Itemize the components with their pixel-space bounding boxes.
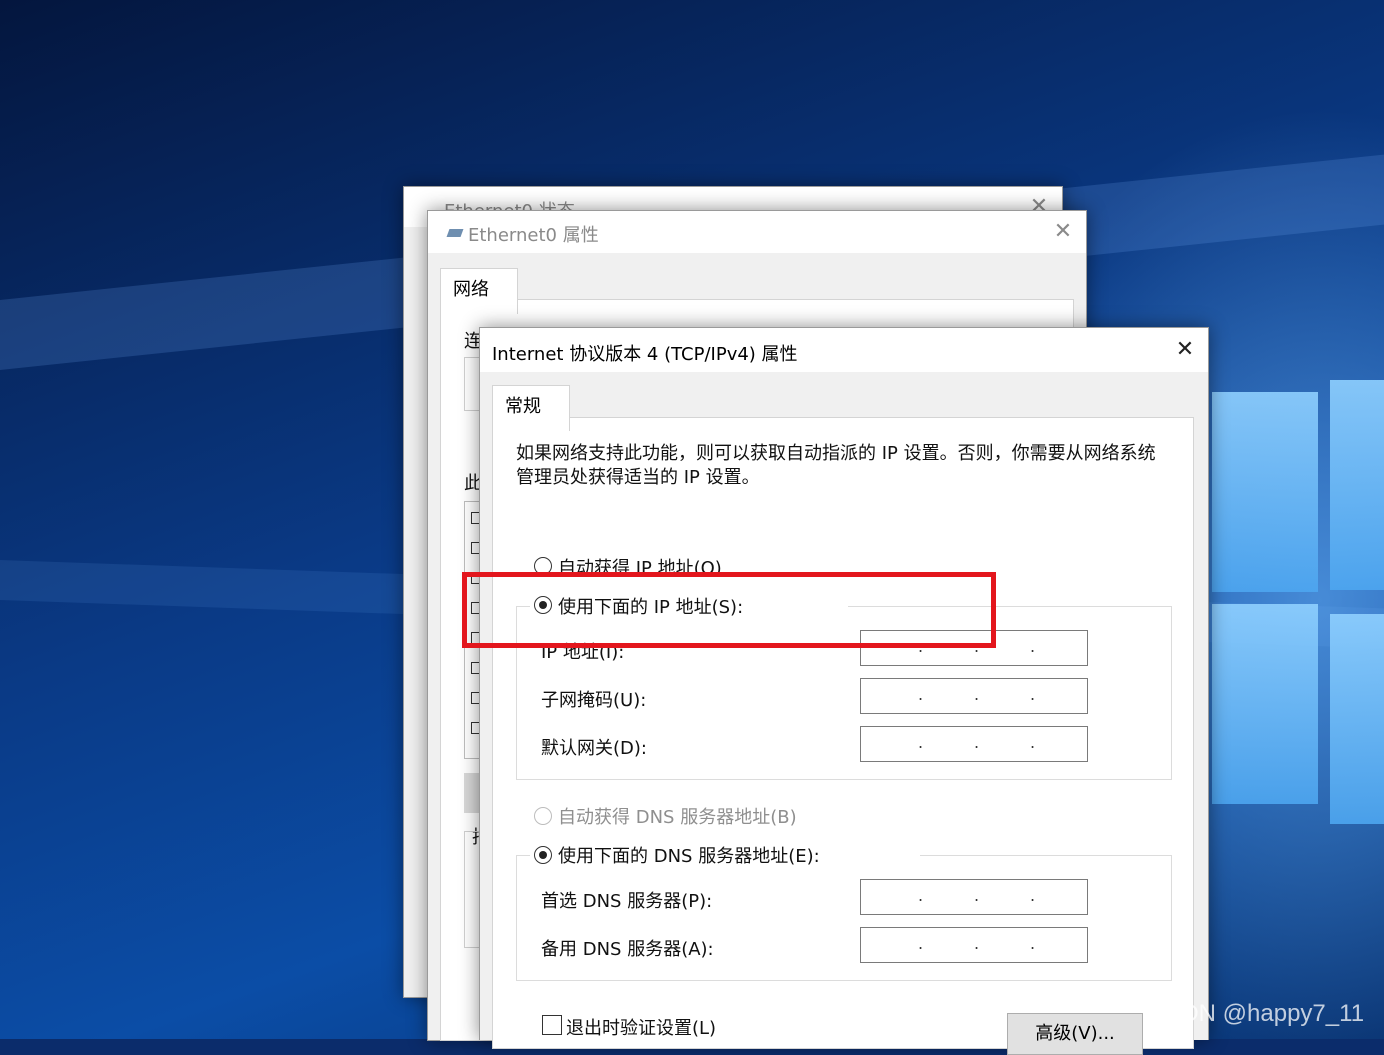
advanced-button[interactable]: 高级(V)... [1007, 1013, 1143, 1055]
alternate-dns-input[interactable]: ... [860, 927, 1088, 963]
validate-checkbox[interactable] [542, 1015, 562, 1035]
auto-dns-radio[interactable] [534, 807, 552, 825]
ipv4-properties-dialog: Internet 协议版本 4 (TCP/IPv4) 属性 ✕ 常规 如果网络支… [479, 327, 1209, 1055]
tab-network[interactable]: 网络 [440, 268, 518, 314]
close-icon[interactable]: ✕ [1040, 211, 1086, 253]
properties-window-title: Ethernet0 属性 [468, 225, 599, 246]
dialog-title: Internet 协议版本 4 (TCP/IPv4) 属性 [492, 344, 798, 365]
manual-dns-label: 使用下面的 DNS 服务器地址(E): [558, 846, 820, 867]
watermark: CSDN @happy7_11 [1148, 1000, 1365, 1027]
network-adapter-icon [446, 229, 464, 237]
subnet-mask-label: 子网掩码(U): [541, 690, 647, 711]
close-icon[interactable]: ✕ [1162, 328, 1208, 372]
preferred-dns-label: 首选 DNS 服务器(P): [541, 891, 713, 912]
validate-label: 退出时验证设置(L) [566, 1018, 717, 1039]
alternate-dns-label: 备用 DNS 服务器(A): [541, 939, 714, 960]
auto-dns-label: 自动获得 DNS 服务器地址(B) [558, 807, 797, 828]
preferred-dns-input[interactable]: ... [860, 879, 1088, 915]
gateway-label: 默认网关(D): [541, 738, 647, 759]
description-text: 如果网络支持此功能，则可以获取自动指派的 IP 设置。否则，你需要从网络系统管理… [516, 443, 1156, 488]
highlight-annotation [462, 572, 996, 648]
tab-general[interactable]: 常规 [492, 385, 570, 431]
subnet-mask-input[interactable]: ... [860, 678, 1088, 714]
manual-dns-radio[interactable] [534, 846, 552, 864]
gateway-input[interactable]: ... [860, 726, 1088, 762]
